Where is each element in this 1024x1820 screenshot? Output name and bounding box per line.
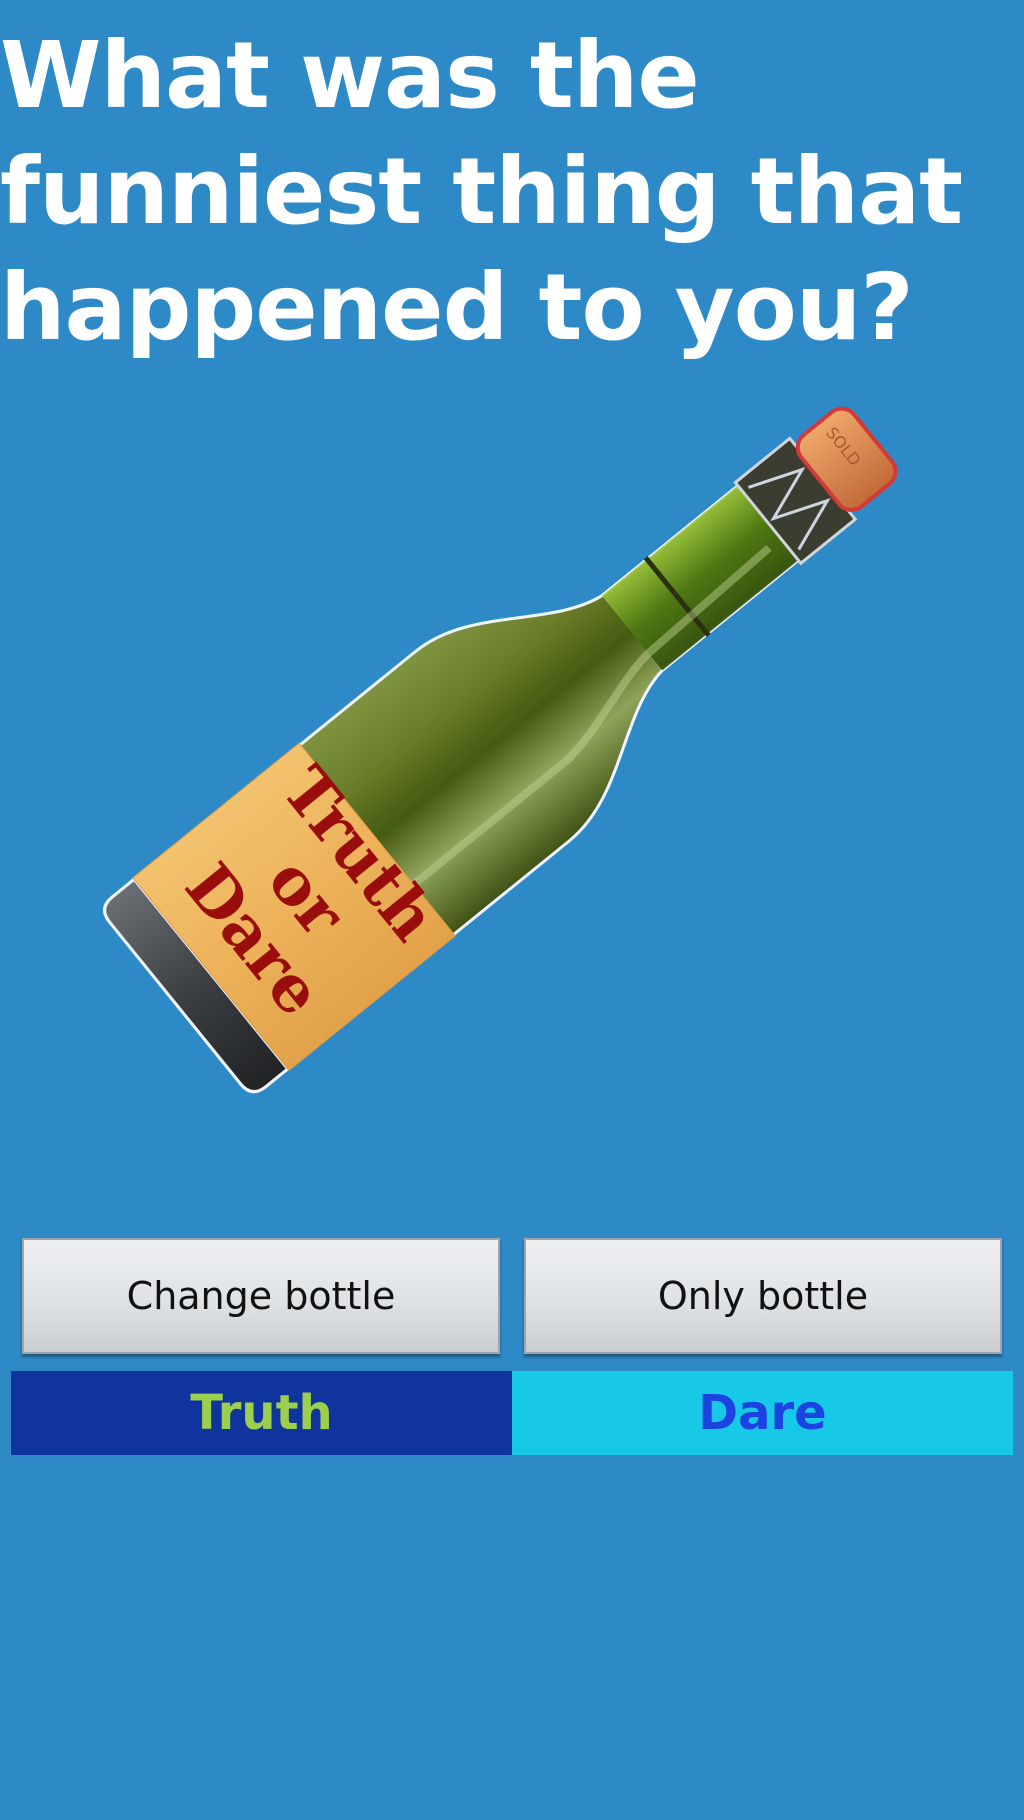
truth-button[interactable]: Truth xyxy=(11,1371,512,1455)
spin-bottle[interactable]: SOLD Truth or Dare xyxy=(100,320,898,1160)
bottle-controls: Change bottle Only bottle xyxy=(22,1238,1002,1354)
bottle-image: SOLD Truth or Dare xyxy=(103,406,898,1094)
dare-button[interactable]: Dare xyxy=(512,1371,1013,1455)
truth-dare-bar: Truth Dare xyxy=(11,1371,1013,1455)
change-bottle-button[interactable]: Change bottle xyxy=(22,1238,500,1354)
question-text: What was the funniest thing that happene… xyxy=(0,22,963,361)
only-bottle-button[interactable]: Only bottle xyxy=(524,1238,1002,1354)
